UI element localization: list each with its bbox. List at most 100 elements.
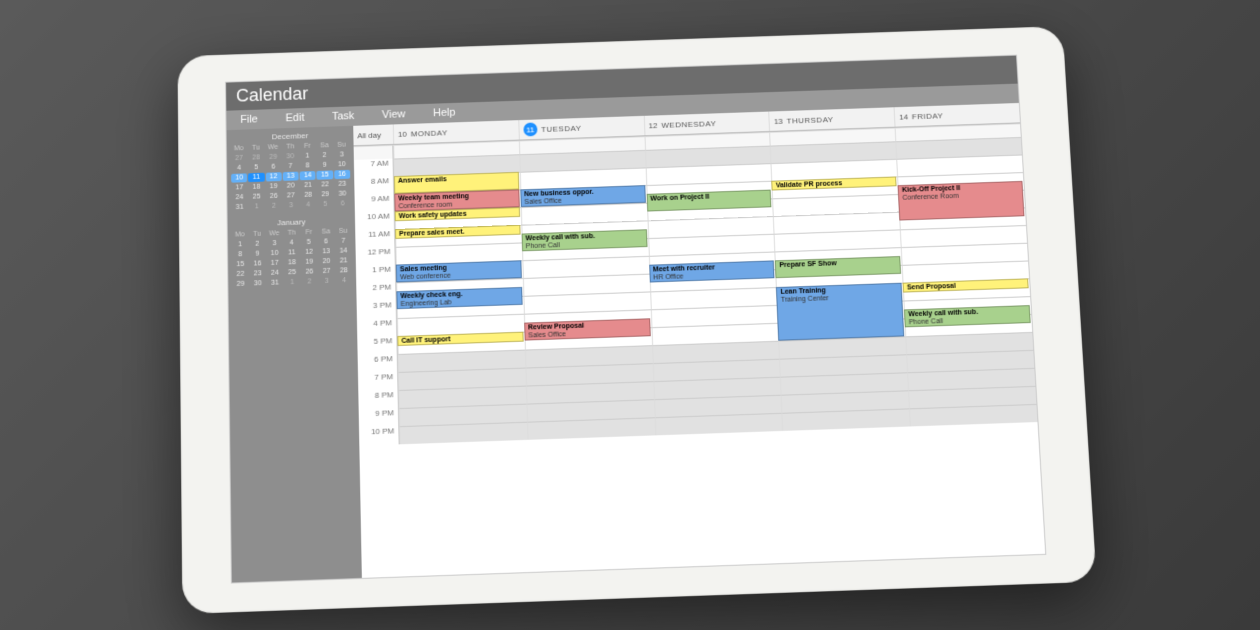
mini-calendar[interactable]: JanuaryMoTuWeThFrSaSu1234567891011121314…	[232, 216, 353, 289]
mini-cal-day[interactable]: 15	[317, 170, 333, 179]
mini-cal-day[interactable]: 1	[284, 278, 300, 287]
mini-cal-day[interactable]: 14	[335, 246, 351, 255]
hour-label: 12 PM	[356, 247, 396, 266]
mini-cal-day[interactable]: 3	[283, 201, 299, 210]
calendar-event[interactable]: Kick-Off Project IIConference Room	[898, 181, 1025, 221]
mini-cal-day[interactable]: 29	[232, 280, 248, 289]
mini-cal-day[interactable]: 10	[334, 160, 350, 169]
mini-cal-day[interactable]: 12	[301, 248, 317, 257]
mini-cal-day[interactable]: 11	[284, 248, 300, 257]
day-name: TUESDAY	[541, 123, 582, 133]
mini-cal-day[interactable]: 12	[265, 172, 281, 181]
mini-cal-day[interactable]: 30	[334, 189, 350, 198]
week-view[interactable]: All day 10MONDAY11TUESDAY12WEDNESDAY13TH…	[353, 103, 1045, 578]
mini-cal-day[interactable]: 21	[335, 256, 351, 265]
mini-cal-day[interactable]: 1	[299, 151, 315, 160]
mini-cal-day[interactable]: 6	[334, 199, 350, 208]
mini-cal-day[interactable]: 31	[231, 203, 247, 212]
time-cell[interactable]	[782, 408, 910, 431]
mini-cal-day[interactable]: 29	[317, 190, 333, 199]
mini-cal-dow: Mo	[232, 230, 248, 239]
mini-cal-day[interactable]: 13	[318, 247, 334, 256]
mini-cal-day[interactable]: 4	[336, 276, 352, 285]
mini-cal-day[interactable]: 23	[334, 180, 350, 189]
mini-cal-day[interactable]: 18	[248, 183, 264, 192]
mini-cal-day[interactable]: 17	[231, 183, 247, 192]
mini-cal-day[interactable]: 17	[267, 259, 283, 268]
mini-cal-day[interactable]: 28	[248, 153, 264, 162]
mini-cal-day[interactable]: 2	[266, 202, 282, 211]
mini-cal-day[interactable]: 9	[317, 161, 333, 170]
mini-cal-day[interactable]: 14	[300, 171, 316, 180]
mini-cal-day[interactable]: 21	[300, 181, 316, 190]
mini-cal-day[interactable]: 4	[283, 238, 299, 247]
mini-cal-day[interactable]: 19	[301, 257, 317, 266]
mini-cal-day[interactable]: 13	[282, 172, 298, 181]
mini-cal-day[interactable]: 15	[232, 260, 248, 269]
mini-cal-day[interactable]: 22	[317, 180, 333, 189]
mini-cal-day[interactable]: 2	[316, 151, 332, 160]
menu-file[interactable]: File	[240, 114, 258, 126]
mini-cal-day[interactable]: 29	[265, 153, 281, 162]
mini-cal-day[interactable]: 16	[334, 170, 350, 179]
mini-cal-day[interactable]: 18	[284, 258, 300, 267]
mini-cal-day[interactable]: 28	[300, 191, 316, 200]
menu-view[interactable]: View	[382, 108, 406, 120]
menu-task[interactable]: Task	[332, 110, 355, 122]
mini-cal-day[interactable]: 24	[231, 193, 247, 202]
mini-cal-day[interactable]: 23	[249, 269, 265, 278]
mini-cal-day[interactable]: 20	[283, 181, 299, 190]
day-name: FRIDAY	[912, 111, 944, 121]
mini-cal-day[interactable]: 10	[266, 249, 282, 258]
mini-cal-day[interactable]: 7	[335, 237, 351, 246]
mini-cal-day[interactable]: 1	[232, 240, 248, 249]
mini-cal-day[interactable]: 8	[232, 250, 248, 259]
menu-help[interactable]: Help	[433, 107, 456, 119]
mini-cal-day[interactable]: 3	[334, 150, 350, 159]
mini-cal-day[interactable]: 25	[284, 268, 300, 277]
mini-cal-day[interactable]: 5	[301, 238, 317, 247]
time-cell[interactable]	[399, 422, 527, 445]
mini-cal-dow: Fr	[301, 228, 317, 237]
mini-cal-day[interactable]: 2	[249, 239, 265, 248]
mini-cal-day[interactable]: 30	[250, 279, 266, 288]
mini-cal-day[interactable]: 26	[266, 192, 282, 201]
hour-label: 1 PM	[356, 265, 396, 284]
mini-cal-day[interactable]: 28	[336, 266, 352, 275]
mini-cal-dow: Fr	[299, 142, 315, 151]
mini-cal-day[interactable]: 26	[301, 267, 317, 276]
mini-cal-day[interactable]: 7	[282, 162, 298, 171]
mini-cal-day[interactable]: 27	[318, 267, 334, 276]
mini-cal-day[interactable]: 25	[248, 192, 264, 201]
mini-cal-day[interactable]: 31	[267, 278, 283, 287]
mini-cal-day[interactable]: 3	[266, 239, 282, 248]
mini-cal-day[interactable]: 20	[318, 257, 334, 266]
time-cell[interactable]	[654, 413, 782, 436]
mini-cal-day[interactable]: 5	[248, 163, 264, 172]
mini-cal-day[interactable]: 4	[300, 200, 316, 209]
calendar-event[interactable]: Lean TrainingTraining Center	[776, 283, 904, 341]
time-cell[interactable]	[909, 404, 1037, 427]
mini-cal-day[interactable]: 27	[231, 154, 247, 163]
mini-cal-day[interactable]: 4	[231, 164, 247, 173]
mini-cal-day[interactable]: 3	[319, 277, 335, 286]
mini-cal-day[interactable]: 9	[249, 249, 265, 258]
mini-cal-day[interactable]: 5	[317, 200, 333, 209]
mini-cal-day[interactable]: 27	[283, 191, 299, 200]
time-cell[interactable]	[527, 417, 655, 440]
menu-edit[interactable]: Edit	[285, 112, 304, 124]
mini-cal-day[interactable]: 6	[265, 162, 281, 171]
mini-cal-day[interactable]: 24	[267, 269, 283, 278]
mini-cal-day[interactable]: 2	[301, 277, 317, 286]
mini-cal-day[interactable]: 1	[249, 202, 265, 211]
mini-cal-day[interactable]: 19	[265, 182, 281, 191]
mini-cal-day[interactable]: 11	[248, 173, 264, 182]
mini-cal-day[interactable]: 6	[318, 237, 334, 246]
mini-cal-day[interactable]: 8	[299, 161, 315, 170]
time-grid[interactable]: 7 AM8 AM9 AM10 AM11 AM12 PM1 PM2 PM3 PM4…	[354, 123, 1046, 578]
mini-cal-day[interactable]: 30	[282, 152, 298, 161]
mini-calendar[interactable]: DecemberMoTuWeThFrSaSu272829301234567891…	[231, 130, 351, 212]
mini-cal-day[interactable]: 16	[249, 259, 265, 268]
mini-cal-day[interactable]: 22	[232, 270, 248, 279]
mini-cal-day[interactable]: 10	[231, 173, 247, 182]
